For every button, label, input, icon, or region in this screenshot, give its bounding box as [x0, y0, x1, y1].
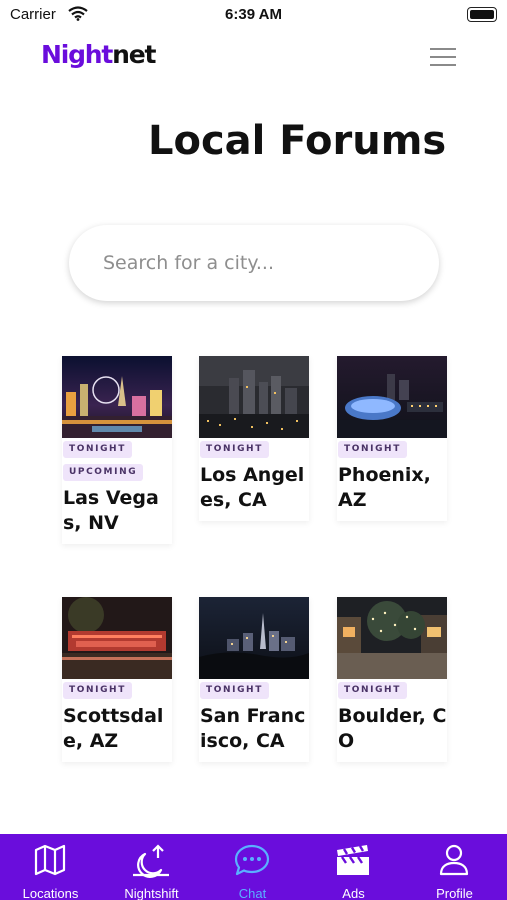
city-search-box[interactable] [69, 225, 439, 301]
tab-ads[interactable]: Ads [303, 834, 404, 900]
map-icon [34, 844, 66, 876]
city-photo [199, 597, 309, 679]
tab-label: Profile [436, 886, 473, 900]
chat-bubble-icon [234, 844, 270, 876]
logo-night: Night [41, 40, 113, 69]
bottom-tab-bar: Locations Nightshift Chat Ads Profile [0, 834, 507, 900]
forum-card-scottsdale[interactable]: TONIGHT Scottsdale, AZ [62, 597, 172, 762]
status-badge: TONIGHT [63, 682, 132, 699]
city-photo [62, 597, 172, 679]
battery-icon [467, 7, 497, 22]
status-bar: Carrier 6:39 AM [0, 0, 507, 30]
status-badge: TONIGHT [200, 441, 269, 458]
status-badge: TONIGHT [338, 682, 407, 699]
status-badge: UPCOMING [63, 464, 144, 481]
forum-card-los-angeles[interactable]: TONIGHT Los Angeles, CA [199, 356, 309, 521]
city-name: San Francisco, CA [200, 705, 306, 752]
forum-card-boulder[interactable]: TONIGHT Boulder, CO [337, 597, 447, 762]
tab-label: Ads [342, 886, 365, 900]
hamburger-menu-icon[interactable] [430, 46, 456, 68]
city-photo [62, 356, 172, 438]
forum-card-las-vegas[interactable]: TONIGHT UPCOMING Las Vegas, NV [62, 356, 172, 544]
person-icon [439, 844, 469, 876]
city-photo [337, 597, 447, 679]
forum-card-san-francisco[interactable]: TONIGHT San Francisco, CA [199, 597, 309, 762]
city-photo [337, 356, 447, 438]
tab-nightshift[interactable]: Nightshift [101, 834, 202, 900]
city-name: Scottsdale, AZ [63, 705, 164, 752]
logo-net: net [112, 40, 156, 69]
city-photo [199, 356, 309, 438]
search-input[interactable] [103, 225, 423, 301]
tab-label: Chat [238, 886, 267, 900]
moon-upload-icon [133, 844, 169, 878]
status-badge: TONIGHT [200, 682, 269, 699]
city-name: Los Angeles, CA [200, 464, 305, 511]
city-name: Boulder, CO [338, 705, 447, 752]
app-logo: Nightnet [41, 40, 156, 69]
forum-card-phoenix[interactable]: TONIGHT Phoenix, AZ [337, 356, 447, 521]
status-badge: TONIGHT [63, 441, 132, 458]
tab-locations[interactable]: Locations [0, 834, 101, 900]
city-name: Phoenix, AZ [338, 464, 431, 511]
status-badge: TONIGHT [338, 441, 407, 458]
clapperboard-icon [337, 845, 369, 875]
tab-chat[interactable]: Chat [202, 834, 303, 900]
page-title: Local Forums [148, 118, 447, 164]
city-name: Las Vegas, NV [63, 487, 159, 534]
tab-profile[interactable]: Profile [404, 834, 505, 900]
tab-label: Nightshift [124, 886, 179, 900]
status-time: 6:39 AM [225, 6, 282, 23]
badge-row: TONIGHT UPCOMING [62, 438, 172, 484]
tab-label: Locations [22, 886, 79, 900]
